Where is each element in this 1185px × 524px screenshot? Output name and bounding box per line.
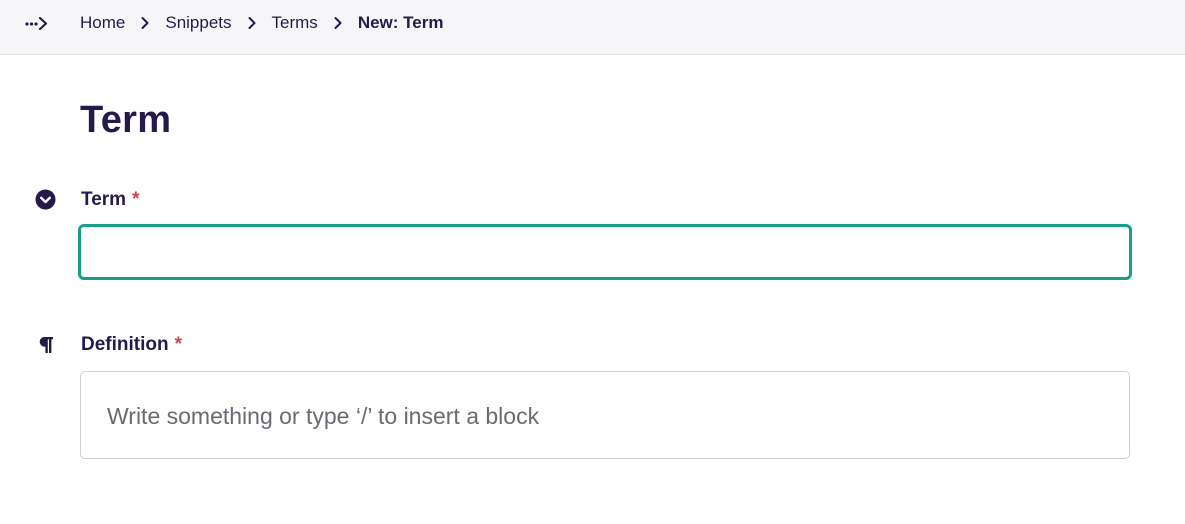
definition-label-text: Definition bbox=[81, 334, 169, 355]
term-label: Term * bbox=[81, 189, 139, 211]
breadcrumb-home[interactable]: Home bbox=[80, 13, 125, 33]
header-bar: Home Snippets Terms New: Term bbox=[0, 0, 1185, 55]
chevron-down-circle-icon[interactable] bbox=[34, 188, 56, 210]
ellipsis-chevron-right-icon[interactable] bbox=[24, 12, 50, 34]
term-label-text: Term bbox=[81, 189, 127, 210]
definition-placeholder: Write something or type ‘/’ to insert a … bbox=[107, 403, 540, 429]
term-input[interactable] bbox=[78, 224, 1132, 280]
pilcrow-icon bbox=[36, 334, 56, 356]
chevron-right-icon bbox=[125, 13, 165, 33]
breadcrumb-snippets[interactable]: Snippets bbox=[165, 13, 231, 33]
page-title: Term bbox=[80, 99, 172, 141]
breadcrumb-current: New: Term bbox=[357, 13, 444, 32]
required-marker: * bbox=[174, 334, 183, 355]
required-marker: * bbox=[132, 189, 140, 210]
chevron-right-icon bbox=[318, 13, 358, 33]
breadcrumb: Home Snippets Terms New: Term bbox=[80, 0, 443, 46]
chevron-right-icon bbox=[232, 13, 272, 33]
definition-label: Definition * bbox=[81, 334, 182, 356]
breadcrumb-terms[interactable]: Terms bbox=[272, 13, 318, 33]
definition-editor[interactable]: Write something or type ‘/’ to insert a … bbox=[80, 371, 1130, 459]
